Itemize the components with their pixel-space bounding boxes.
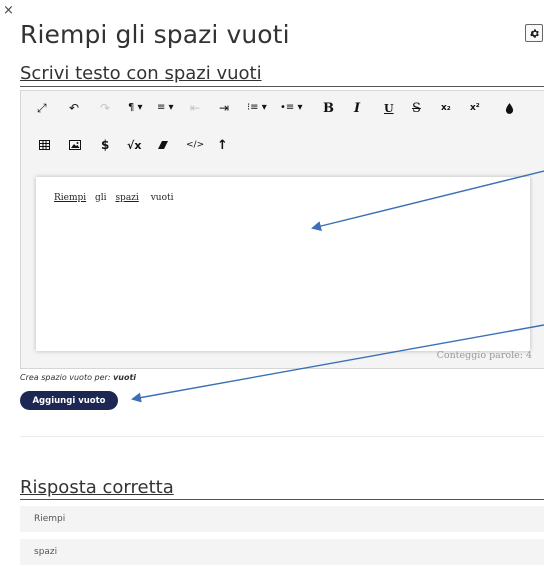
fullscreen-icon[interactable]: ⤢ [37,102,47,114]
rich-text-editor: ⤢ ↶ ↷ ¶ ▾ ≡ ▾ ⇤ ⇥ ⁝≡ ▾ •≡ ▾ B I U S x₂ x… [20,90,544,369]
strikethrough-icon[interactable]: S [412,102,421,115]
image-icon[interactable] [69,140,81,150]
editor-section-title: Scrivi testo con spazi vuoti [20,63,262,84]
outdent-icon[interactable]: ⇤ [190,102,200,114]
blank-hint-prefix: Crea spazio vuoto per: [20,373,111,382]
section-divider [20,86,544,87]
answer-row: spazi [20,539,544,565]
text-color-icon[interactable] [505,102,514,114]
toolbar-row-2: $ √x </> ↑ [21,130,544,160]
editor-content-area[interactable]: Riempi gli spazi vuoti [36,177,530,351]
undo-icon[interactable]: ↶ [69,102,79,114]
add-blank-button[interactable]: Aggiungi vuoto [20,391,118,410]
answer-row: Riempi [20,506,544,532]
redo-icon[interactable]: ↷ [100,102,110,114]
plain-word: vuoti [150,193,174,203]
arrow-up-icon[interactable]: ↑ [217,139,228,152]
align-icon[interactable]: ≡ ▾ [157,103,174,113]
plain-word: gli [95,193,107,203]
underline-icon[interactable]: U [384,103,394,114]
blank-hint-word: vuoti [113,373,137,382]
word-count: Conteggio parole: 4 [436,350,532,361]
blank-hint: Crea spazio vuoto per: vuoti [20,373,136,382]
close-icon[interactable]: × [3,4,14,17]
paragraph-format-icon[interactable]: ¶ ▾ [128,103,143,113]
code-view-icon[interactable]: </> [186,140,204,150]
dollar-icon[interactable]: $ [101,139,109,151]
editor-text: Riempi gli spazi vuoti [51,193,173,203]
section-divider [20,499,544,500]
gear-icon [529,28,539,38]
modal-title: Riempi gli spazi vuoti [20,20,290,49]
toolbar-row-1: ⤢ ↶ ↷ ¶ ▾ ≡ ▾ ⇤ ⇥ ⁝≡ ▾ •≡ ▾ B I U S x₂ x… [21,93,544,123]
math-formula-icon[interactable]: √x [127,140,141,151]
divider [20,436,544,437]
settings-button[interactable] [525,24,543,42]
subscript-icon[interactable]: x₂ [441,103,451,113]
ordered-list-icon[interactable]: ⁝≡ ▾ [247,103,267,113]
unordered-list-icon[interactable]: •≡ ▾ [280,103,302,113]
answer-section-title: Risposta corretta [20,477,174,498]
superscript-icon[interactable]: x² [470,103,480,113]
blank-word[interactable]: spazi [112,193,141,203]
blank-word[interactable]: Riempi [51,193,89,203]
indent-icon[interactable]: ⇥ [219,102,229,114]
bold-icon[interactable]: B [323,102,334,115]
italic-icon[interactable]: I [354,102,360,115]
clear-formatting-icon[interactable] [158,140,169,150]
table-icon[interactable] [39,140,50,150]
